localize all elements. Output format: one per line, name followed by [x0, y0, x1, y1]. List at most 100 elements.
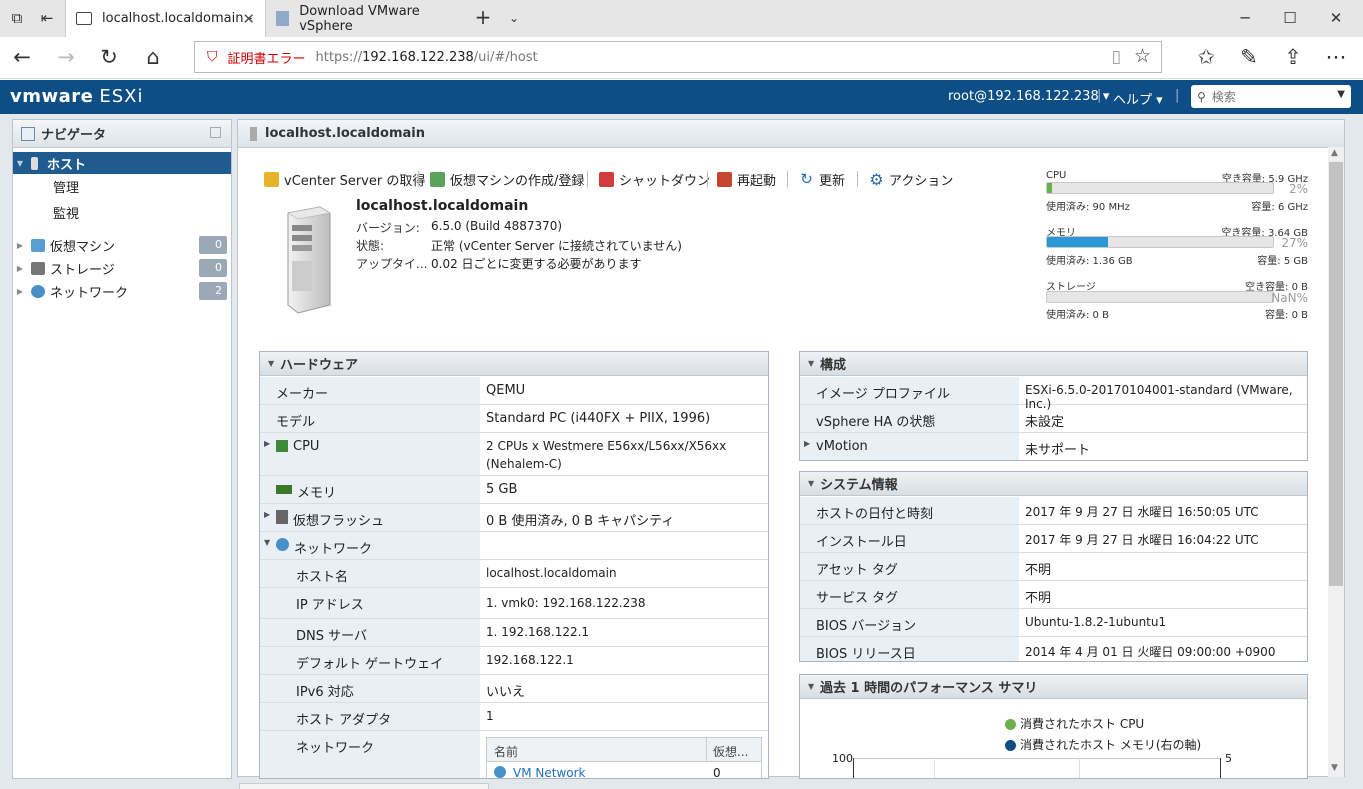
hardware-header[interactable]: ▼ ハードウェア	[260, 352, 768, 376]
share-icon[interactable]: ⇪	[1279, 45, 1307, 69]
address-bar[interactable]: ⛉ 証明書エラー https://192.168.122.238/ui/#/ho…	[194, 41, 1162, 73]
performance-header[interactable]: ▼ 過去 1 時間のパフォーマンス サマリ	[800, 675, 1307, 699]
expand-arrow-icon[interactable]: ▶	[13, 241, 27, 250]
vm-count-badge: 0	[199, 236, 227, 254]
cfg-row-vmotion[interactable]: ▶ vMotion 未サポート	[800, 433, 1307, 460]
version-label: バージョン:	[356, 221, 420, 235]
collapse-arrow-icon[interactable]: ▼	[808, 359, 820, 368]
toolbar-separator	[418, 171, 419, 187]
nav-vms[interactable]: ▶ 仮想マシン 0	[13, 234, 231, 256]
memory-module-icon	[276, 485, 292, 494]
nav-host[interactable]: ▼ ホスト	[13, 152, 231, 174]
tab-vmware-download[interactable]: Download VMware vSphere	[266, 0, 466, 37]
favorite-star-icon[interactable]: ☆	[1134, 45, 1151, 67]
back-icon[interactable]: ←	[8, 45, 36, 69]
cert-error-label[interactable]: 証明書エラー	[228, 48, 306, 67]
nav-network[interactable]: ▶ ネットワーク 2	[13, 280, 231, 302]
cert-error-shield-icon[interactable]: ⛉	[207, 49, 218, 65]
row-value: 2017 年 9 月 27 日 水曜日 16:04:22 UTC	[1025, 533, 1259, 547]
scrollbar-thumb[interactable]	[1329, 162, 1343, 586]
browser-tab-bar: ⧉ ⇤ localhost.localdomain - ✕ Download V…	[0, 0, 1363, 37]
config-header[interactable]: ▼ 構成	[800, 352, 1307, 376]
row-key: インストール日	[816, 535, 907, 550]
legend-cpu-label: 消費されたホスト CPU	[1020, 717, 1145, 731]
set-aside-tabs-icon[interactable]: ⇤	[36, 9, 58, 27]
refresh-button[interactable]: ↻ 更新	[799, 170, 845, 190]
help-menu[interactable]: ヘルプ ▾	[1113, 89, 1163, 108]
web-note-icon[interactable]: ✎	[1235, 45, 1263, 69]
row-key: サービス タグ	[816, 591, 899, 606]
scroll-up-icon[interactable]: ▲	[1331, 148, 1338, 158]
legend-memory[interactable]: 消費されたホスト メモリ(右の軸)	[1005, 736, 1201, 753]
tab-localhost[interactable]: localhost.localdomain - ✕	[65, 0, 266, 37]
maximize-icon[interactable]: ☐	[1279, 9, 1301, 27]
meter-bar	[1046, 291, 1274, 303]
collapse-navigator-icon[interactable]	[210, 127, 221, 138]
search-input[interactable]: ⚲ 検索 ▼	[1191, 85, 1351, 108]
row-value: 2014 年 4 月 01 日 火曜日 09:00:00 +0900	[1025, 645, 1276, 659]
y-axis-right-top-tick: 5	[1225, 752, 1232, 765]
tab-preview-chevron-icon[interactable]: ⌄	[503, 11, 525, 25]
window-close-icon[interactable]: ✕	[1325, 9, 1347, 27]
toolbar-separator	[857, 171, 858, 187]
expand-arrow-icon[interactable]: ▶	[13, 287, 27, 296]
meter-fill	[1047, 183, 1052, 193]
get-vcenter-button[interactable]: vCenter Server の取得	[264, 170, 425, 189]
col-name-header[interactable]: 名前	[494, 743, 518, 760]
collapse-arrow-icon[interactable]: ▼	[264, 538, 276, 547]
config-title: 構成	[820, 358, 847, 373]
collapse-arrow-icon[interactable]: ▼	[268, 359, 280, 368]
reading-view-icon[interactable]: ▯	[1112, 47, 1121, 67]
row-value: 0 B 使用済み, 0 B キャパシティ	[486, 514, 675, 529]
new-tab-icon[interactable]: +	[472, 5, 494, 29]
header-separator: |	[1097, 88, 1102, 103]
bottom-tasks-tab[interactable]	[239, 783, 489, 789]
expand-arrow-icon[interactable]: ▶	[264, 510, 276, 519]
navigator-header: ナビゲータ	[13, 120, 231, 148]
create-vm-button[interactable]: 仮想マシンの作成/登録	[430, 170, 584, 189]
tab-manager-icon[interactable]: ⧉	[6, 9, 28, 27]
nav-host-manage[interactable]: 管理	[13, 175, 231, 197]
reboot-button[interactable]: 再起動	[717, 170, 776, 189]
system-info-header[interactable]: ▼ システム情報	[800, 472, 1307, 496]
cfg-row-ha-state: vSphere HA の状態 未設定	[800, 405, 1307, 433]
favorites-hub-icon[interactable]: ✩	[1192, 45, 1220, 69]
home-icon[interactable]: ⌂	[139, 45, 167, 69]
cpu-chip-icon	[276, 440, 288, 452]
col-vm-header[interactable]: 仮想...	[713, 743, 748, 760]
search-icon: ⚲	[1197, 89, 1206, 104]
user-menu[interactable]: root@192.168.122.238 ▾	[948, 89, 1109, 104]
legend-cpu[interactable]: 消費されたホスト CPU	[1005, 715, 1144, 732]
refresh-icon[interactable]: ↻	[95, 45, 123, 69]
hw-row-cpu[interactable]: ▶ CPU 2 CPUs x Westmere E56xx/L56xx/X56xx (…	[260, 433, 768, 476]
nav-storage-label: ストレージ	[50, 262, 115, 278]
expand-arrow-icon[interactable]: ▶	[13, 264, 27, 273]
collapse-arrow-icon[interactable]: ▼	[808, 682, 820, 691]
flash-icon	[276, 510, 288, 524]
forward-icon[interactable]: →	[52, 45, 80, 69]
nav-host-monitor[interactable]: 監視	[13, 201, 231, 223]
minimize-icon[interactable]: ─	[1234, 9, 1256, 27]
hw-row-network[interactable]: ▼ ネットワーク	[260, 532, 768, 560]
hw-row-ipv6: IPv6 対応 いいえ	[260, 675, 768, 703]
vm-network-link[interactable]: VM Network	[513, 766, 585, 778]
vmware-esxi-logo: vmware ESXi	[10, 86, 144, 107]
collapse-arrow-icon[interactable]: ▼	[808, 479, 820, 488]
more-menu-icon[interactable]: ⋯	[1322, 45, 1350, 69]
hw-row-vflash[interactable]: ▶ 仮想フラッシュ 0 B 使用済み, 0 B キャパシティ	[260, 504, 768, 532]
subtable-header: 名前 仮想...	[487, 738, 761, 762]
scroll-down-icon[interactable]: ▼	[1331, 763, 1338, 773]
row-key: vSphere HA の状態	[816, 415, 936, 430]
close-tab-icon[interactable]: ✕	[242, 10, 255, 28]
expand-arrow-icon[interactable]: ▼	[13, 159, 27, 168]
network-globe-icon	[31, 284, 45, 298]
search-dropdown-icon[interactable]: ▼	[1337, 89, 1345, 100]
nav-storage[interactable]: ▶ ストレージ 0	[13, 257, 231, 279]
expand-arrow-icon[interactable]: ▶	[804, 439, 816, 448]
host-icon	[31, 156, 38, 170]
actions-button[interactable]: ⚙ アクション	[869, 170, 953, 190]
shutdown-button[interactable]: シャットダウン	[599, 170, 710, 189]
system-info-title: システム情報	[820, 478, 898, 493]
row-key: メーカー	[276, 387, 329, 402]
expand-arrow-icon[interactable]: ▶	[264, 439, 276, 448]
